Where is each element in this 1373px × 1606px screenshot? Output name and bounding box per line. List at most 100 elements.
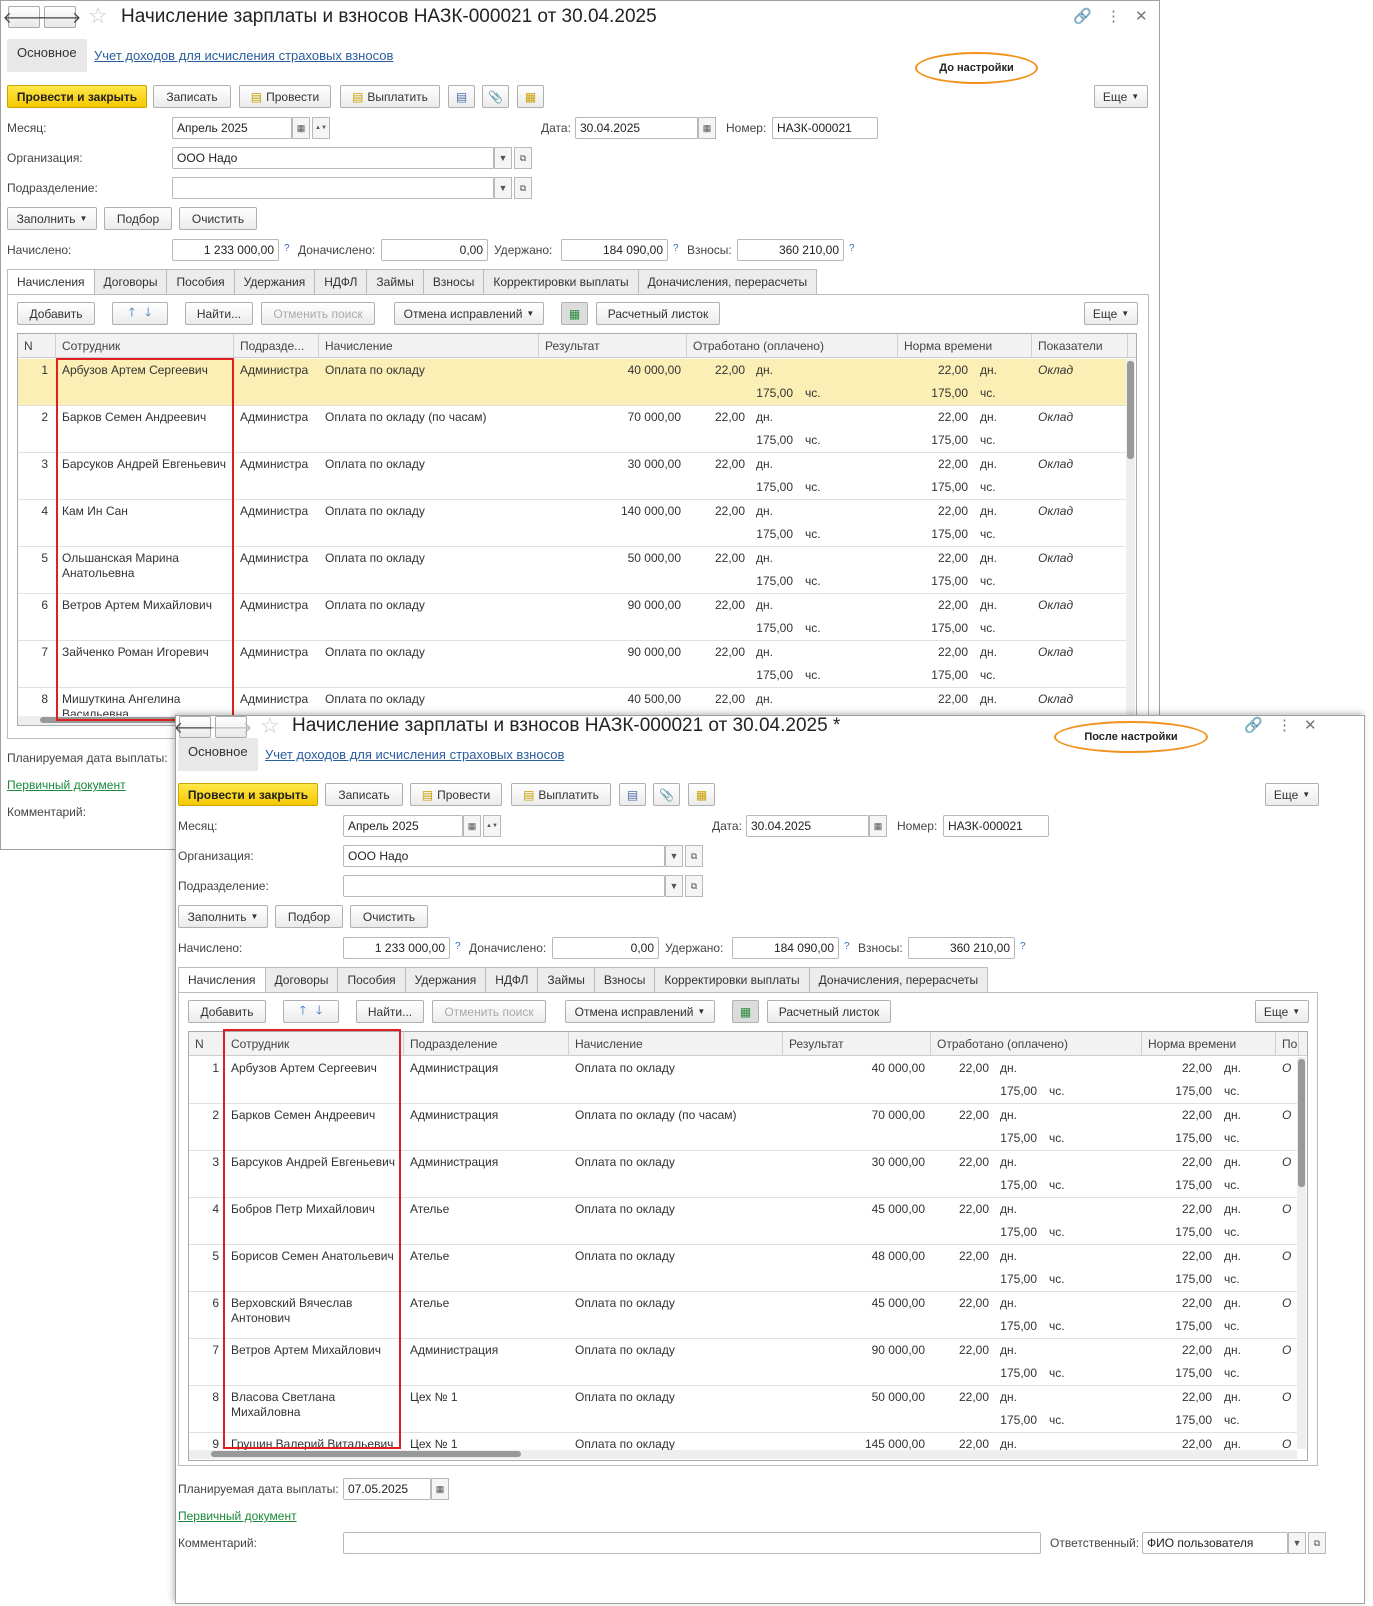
post-and-close-button[interactable]: Провести и закрыть	[178, 783, 318, 806]
tab-ndfl[interactable]: НДФЛ	[485, 967, 539, 992]
scroll-thumb[interactable]	[1127, 361, 1134, 459]
accrued-field[interactable]: 1 233 000,00	[172, 239, 279, 261]
forward-button[interactable]: 🡒	[39, 6, 81, 28]
tab-payment-corrections[interactable]: Корректировки выплаты	[654, 967, 810, 992]
back-button[interactable]: 🡐	[3, 6, 45, 28]
help-icon[interactable]: ?	[673, 243, 679, 254]
dropdown-arrow-icon[interactable]: ▼	[1288, 1532, 1306, 1554]
tab-income-accounting-link[interactable]: Учет доходов для исчисления страховых вз…	[94, 48, 393, 63]
contrib-field[interactable]: 360 210,00	[737, 239, 844, 261]
tab-recalculations[interactable]: Доначисления, перерасчеты	[637, 269, 818, 294]
tab-loans[interactable]: Займы	[366, 269, 424, 294]
calendar-icon[interactable]: ▦	[431, 1478, 449, 1500]
column-header[interactable]: Начисление	[319, 334, 539, 358]
tab-contributions[interactable]: Взносы	[422, 269, 485, 294]
save-button[interactable]: Записать	[325, 783, 403, 806]
planned-date-field[interactable]: 07.05.2025	[343, 1478, 431, 1500]
number-field[interactable]: НАЗК-000021	[772, 117, 878, 139]
tab-contracts[interactable]: Договоры	[264, 967, 339, 992]
more-button[interactable]: Еще ▼	[1094, 85, 1148, 108]
more-button[interactable]: Еще ▼	[1265, 783, 1319, 806]
month-field[interactable]: Апрель 2025	[343, 815, 463, 837]
open-icon[interactable]: ⧉	[514, 177, 532, 199]
tab-benefits[interactable]: Пособия	[337, 967, 406, 992]
horizontal-scrollbar[interactable]	[189, 1450, 1297, 1459]
clear-button[interactable]: Очистить	[179, 207, 257, 230]
tab-deductions[interactable]: Удержания	[233, 269, 316, 294]
number-field[interactable]: НАЗК-000021	[943, 815, 1049, 837]
move-buttons[interactable]: 🡑 🡓	[112, 302, 168, 325]
arrow-up-icon[interactable]: 🡑	[129, 303, 135, 324]
withheld-field[interactable]: 184 090,00	[561, 239, 668, 261]
fill-button[interactable]: Заполнить ▼	[7, 207, 97, 230]
calendar-icon[interactable]: ▦	[698, 117, 716, 139]
pay-button[interactable]: ▤ Выплатить	[340, 85, 440, 108]
column-header[interactable]: Норма времени	[1142, 1032, 1276, 1056]
vertical-scrollbar[interactable]	[1297, 1057, 1306, 1449]
open-icon[interactable]: ⧉	[514, 147, 532, 169]
accrued-field[interactable]: 1 233 000,00	[343, 937, 450, 959]
column-header[interactable]: Результат	[783, 1032, 931, 1056]
favorite-star-icon[interactable]: ☆	[260, 716, 280, 739]
arrow-down-icon[interactable]: 🡓	[145, 303, 151, 324]
column-header[interactable]: N	[189, 1032, 225, 1056]
cancel-search-button[interactable]: Отменить поиск	[432, 1000, 546, 1023]
close-icon[interactable]: ✕	[1304, 716, 1317, 734]
grid-more-button[interactable]: Еще ▼	[1255, 1000, 1309, 1023]
month-stepper[interactable]: ▲▼	[483, 815, 501, 837]
grid-more-button[interactable]: Еще ▼	[1084, 302, 1138, 325]
tab-accruals[interactable]: Начисления	[7, 269, 95, 295]
close-icon[interactable]: ✕	[1135, 7, 1148, 25]
dropdown-arrow-icon[interactable]: ▼	[494, 147, 512, 169]
primary-document-link[interactable]: Первичный документ	[178, 1509, 297, 1523]
tab-accruals[interactable]: Начисления	[178, 967, 266, 993]
tab-main[interactable]: Основное	[7, 39, 87, 72]
link-icon[interactable]: 🔗	[1073, 7, 1092, 25]
payslip-button[interactable]: Расчетный листок	[596, 302, 720, 325]
payslip-button[interactable]: Расчетный листок	[767, 1000, 891, 1023]
tab-benefits[interactable]: Пособия	[166, 269, 235, 294]
dropdown-arrow-icon[interactable]: ▼	[494, 177, 512, 199]
open-icon[interactable]: ⧉	[685, 875, 703, 897]
column-header[interactable]: Подразделение	[404, 1032, 569, 1056]
tab-ndfl[interactable]: НДФЛ	[314, 269, 368, 294]
column-header[interactable]: Начисление	[569, 1032, 783, 1056]
undo-fixes-button[interactable]: Отмена исправлений ▼	[565, 1000, 715, 1023]
open-icon[interactable]: ⧉	[685, 845, 703, 867]
forward-button[interactable]: 🡒	[210, 716, 252, 738]
edit-mode-button[interactable]: ▦	[561, 302, 588, 325]
save-button[interactable]: Записать	[153, 85, 231, 108]
structure-button[interactable]: ▦	[517, 85, 544, 108]
month-stepper[interactable]: ▲▼	[312, 117, 330, 139]
date-field[interactable]: 30.04.2025	[746, 815, 869, 837]
find-button[interactable]: Найти...	[356, 1000, 424, 1023]
more-vertical-icon[interactable]: ⋮	[1106, 7, 1121, 25]
calendar-icon[interactable]: ▦	[463, 815, 481, 837]
tab-contributions[interactable]: Взносы	[593, 967, 656, 992]
department-field[interactable]	[172, 177, 494, 199]
extra-accrued-field[interactable]: 0,00	[381, 239, 488, 261]
department-field[interactable]	[343, 875, 665, 897]
calendar-icon[interactable]: ▦	[292, 117, 310, 139]
pick-button[interactable]: Подбор	[104, 207, 172, 230]
withheld-field[interactable]: 184 090,00	[732, 937, 839, 959]
help-icon[interactable]: ?	[849, 243, 855, 254]
help-icon[interactable]: ?	[284, 243, 290, 254]
link-icon[interactable]: 🔗	[1244, 716, 1263, 734]
date-field[interactable]: 30.04.2025	[575, 117, 698, 139]
pick-button[interactable]: Подбор	[275, 905, 343, 928]
structure-button[interactable]: ▦	[688, 783, 715, 806]
tab-loans[interactable]: Займы	[537, 967, 595, 992]
tab-recalculations[interactable]: Доначисления, перерасчеты	[808, 967, 989, 992]
tab-income-accounting-link[interactable]: Учет доходов для исчисления страховых вз…	[265, 747, 564, 762]
clear-button[interactable]: Очистить	[350, 905, 428, 928]
vertical-scrollbar[interactable]	[1126, 359, 1135, 719]
favorite-star-icon[interactable]: ☆	[88, 3, 108, 29]
move-buttons[interactable]: 🡑 🡓	[283, 1000, 339, 1023]
column-header[interactable]: По	[1276, 1032, 1299, 1056]
extra-accrued-field[interactable]: 0,00	[552, 937, 659, 959]
arrow-up-icon[interactable]: 🡑	[300, 1001, 306, 1022]
tab-main[interactable]: Основное	[178, 738, 258, 771]
help-icon[interactable]: ?	[1020, 941, 1026, 952]
post-button[interactable]: ▤ Провести	[239, 85, 331, 108]
